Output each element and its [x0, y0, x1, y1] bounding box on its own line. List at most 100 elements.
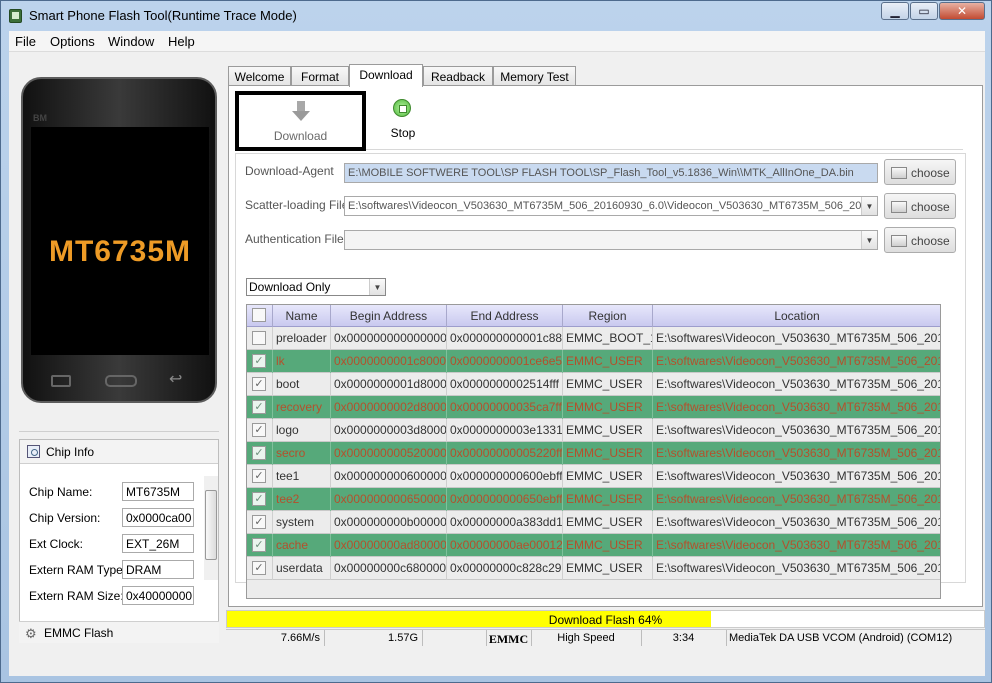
menu-key-icon	[51, 375, 71, 387]
choose-auth-button[interactable]: choose	[884, 227, 956, 253]
row-checkbox[interactable]: ✓	[252, 469, 266, 483]
table-row[interactable]: ✓ userdata 0x00000000c6800000 0x00000000c82…	[247, 557, 940, 580]
folder-icon	[891, 201, 907, 213]
back-key-icon: ↩	[169, 371, 183, 388]
cell-name: cache	[273, 534, 331, 557]
auth-file-field[interactable]: ▼	[344, 230, 878, 250]
scroll-thumb[interactable]	[205, 490, 217, 560]
choose-label: choose	[911, 234, 950, 248]
table-row[interactable]: ✓ tee2 0x0000000006500000 0x000000000650ebf…	[247, 488, 940, 511]
emmc-flash-section[interactable]: ⚙ EMMC Flash	[19, 621, 219, 643]
folder-icon	[891, 167, 907, 179]
table-row[interactable]: ✓ logo 0x0000000003d80000 0x0000000003e1331…	[247, 419, 940, 442]
chip-name-row: Chip Name: MT6735M	[29, 482, 199, 502]
tab-memory-test[interactable]: Memory Test	[493, 66, 576, 86]
table-row[interactable]: ✓ lk 0x0000000001c80000 0x0000000001ce6e5f E…	[247, 350, 940, 373]
download-agent-field[interactable]: E:\MOBILE SOFTWERE TOOL\SP FLASH TOOL\SP…	[344, 163, 878, 183]
cell-location: E:\softwares\Videocon_V503630_MT6735M_50…	[653, 465, 940, 488]
column-header-region[interactable]: Region	[563, 305, 653, 327]
column-header-end[interactable]: End Address	[447, 305, 563, 327]
close-button[interactable]: ✕	[939, 2, 985, 20]
status-speed: 7.66M/s	[280, 632, 320, 644]
chevron-down-icon[interactable]: ▼	[861, 197, 877, 215]
cell-end: 0x00000000ae00012f	[447, 534, 563, 557]
cell-location: E:\softwares\Videocon_V503630_MT6735M_50…	[653, 442, 940, 465]
menu-window[interactable]: Window	[108, 34, 154, 49]
row-checkbox[interactable]: ✓	[252, 354, 266, 368]
divider	[19, 431, 219, 432]
row-checkbox-cell: ✓	[247, 511, 273, 534]
select-all-header[interactable]	[247, 305, 273, 327]
chevron-down-icon[interactable]: ▼	[369, 279, 385, 295]
window-title: Smart Phone Flash Tool(Runtime Trace Mod…	[29, 8, 297, 23]
tab-download[interactable]: Download	[349, 64, 423, 87]
app-window: Smart Phone Flash Tool(Runtime Trace Mod…	[0, 0, 992, 683]
column-header-location[interactable]: Location	[653, 305, 940, 327]
row-checkbox-cell	[247, 327, 273, 350]
table-row[interactable]: ✓ tee1 0x0000000006000000 0x000000000600ebf…	[247, 465, 940, 488]
table-row[interactable]: ✓ system 0x000000000b000000 0x00000000a383d…	[247, 511, 940, 534]
maximize-button[interactable]: ▭	[910, 2, 938, 20]
row-checkbox[interactable]: ✓	[252, 538, 266, 552]
row-checkbox[interactable]: ✓	[252, 561, 266, 575]
choose-download-agent-button[interactable]: choose	[884, 159, 956, 185]
chip-name-value[interactable]: MT6735M	[122, 482, 194, 501]
row-checkbox-cell: ✓	[247, 557, 273, 580]
menu-file[interactable]: File	[15, 34, 36, 49]
chevron-down-icon[interactable]: ▼	[861, 231, 877, 249]
download-tab-panel: Download Stop Download-Agent E:\MOBILE S…	[228, 85, 983, 607]
row-checkbox[interactable]: ✓	[252, 423, 266, 437]
chip-info-scrollbar[interactable]	[204, 476, 218, 580]
toolbar: Download Stop	[235, 90, 963, 151]
download-button[interactable]: Download	[235, 91, 366, 151]
row-checkbox-cell: ✓	[247, 373, 273, 396]
tab-welcome[interactable]: Welcome	[228, 66, 291, 86]
column-header-name[interactable]: Name	[273, 305, 331, 327]
menu-options[interactable]: Options	[50, 34, 95, 49]
row-checkbox[interactable]	[252, 331, 266, 345]
cell-begin: 0x0000000005200000	[331, 442, 447, 465]
cell-begin: 0x0000000003d80000	[331, 419, 447, 442]
ram-size-row: Extern RAM Size: 0x40000000	[29, 586, 199, 606]
row-checkbox[interactable]: ✓	[252, 400, 266, 414]
file-settings-panel: Download-Agent E:\MOBILE SOFTWERE TOOL\S…	[235, 153, 966, 599]
cell-location: E:\softwares\Videocon_V503630_MT6735M_50…	[653, 373, 940, 396]
stop-label: Stop	[390, 126, 416, 140]
row-checkbox-cell: ✓	[247, 419, 273, 442]
tab-format[interactable]: Format	[291, 66, 349, 86]
scatter-file-field[interactable]: E:\softwares\Videocon_V503630_MT6735M_50…	[344, 196, 878, 216]
title-bar[interactable]: Smart Phone Flash Tool(Runtime Trace Mod…	[1, 1, 991, 31]
cell-name: tee1	[273, 465, 331, 488]
column-header-begin[interactable]: Begin Address	[331, 305, 447, 327]
cell-region: EMMC_USER	[563, 442, 653, 465]
download-mode-select[interactable]: Download Only ▼	[246, 278, 386, 296]
ext-clock-value[interactable]: EXT_26M	[122, 534, 194, 553]
row-checkbox[interactable]: ✓	[252, 377, 266, 391]
tab-readback[interactable]: Readback	[423, 66, 493, 86]
table-row[interactable]: ✓ recovery 0x0000000002d80000 0x00000000035…	[247, 396, 940, 419]
status-bar: 7.66M/s 1.57G EMMC High Speed 3:34 Media…	[226, 629, 985, 646]
menu-bar: File Options Window Help	[9, 31, 985, 52]
table-row[interactable]: preloader 0x0000000000000000 0x00000000000…	[247, 327, 940, 350]
select-all-checkbox[interactable]	[252, 308, 266, 322]
phone-image: BM MT6735M ↩	[21, 77, 217, 403]
ram-size-value[interactable]: 0x40000000	[122, 586, 194, 605]
minimize-button[interactable]: ▁	[881, 2, 909, 20]
chip-version-value[interactable]: 0x0000ca00	[122, 508, 194, 527]
cell-end: 0x00000000c828c297	[447, 557, 563, 580]
choose-scatter-button[interactable]: choose	[884, 193, 956, 219]
row-checkbox[interactable]: ✓	[252, 492, 266, 506]
cell-begin: 0x0000000006000000	[331, 465, 447, 488]
chip-info-title: Chip Info	[46, 445, 95, 459]
cell-end: 0x000000000650ebff	[447, 488, 563, 511]
menu-help[interactable]: Help	[168, 34, 195, 49]
table-row[interactable]: ✓ boot 0x0000000001d80000 0x0000000002514ff…	[247, 373, 940, 396]
table-row[interactable]: ✓ secro 0x0000000005200000 0x00000000005220…	[247, 442, 940, 465]
progress-text: Download Flash 64%	[548, 613, 663, 627]
ram-type-value[interactable]: DRAM	[122, 560, 194, 579]
table-row[interactable]: ✓ cache 0x00000000ad800000 0x00000000ae0001…	[247, 534, 940, 557]
stop-button[interactable]: Stop	[383, 95, 423, 145]
row-checkbox[interactable]: ✓	[252, 515, 266, 529]
row-checkbox[interactable]: ✓	[252, 446, 266, 460]
ext-clock-label: Ext Clock:	[29, 537, 84, 551]
